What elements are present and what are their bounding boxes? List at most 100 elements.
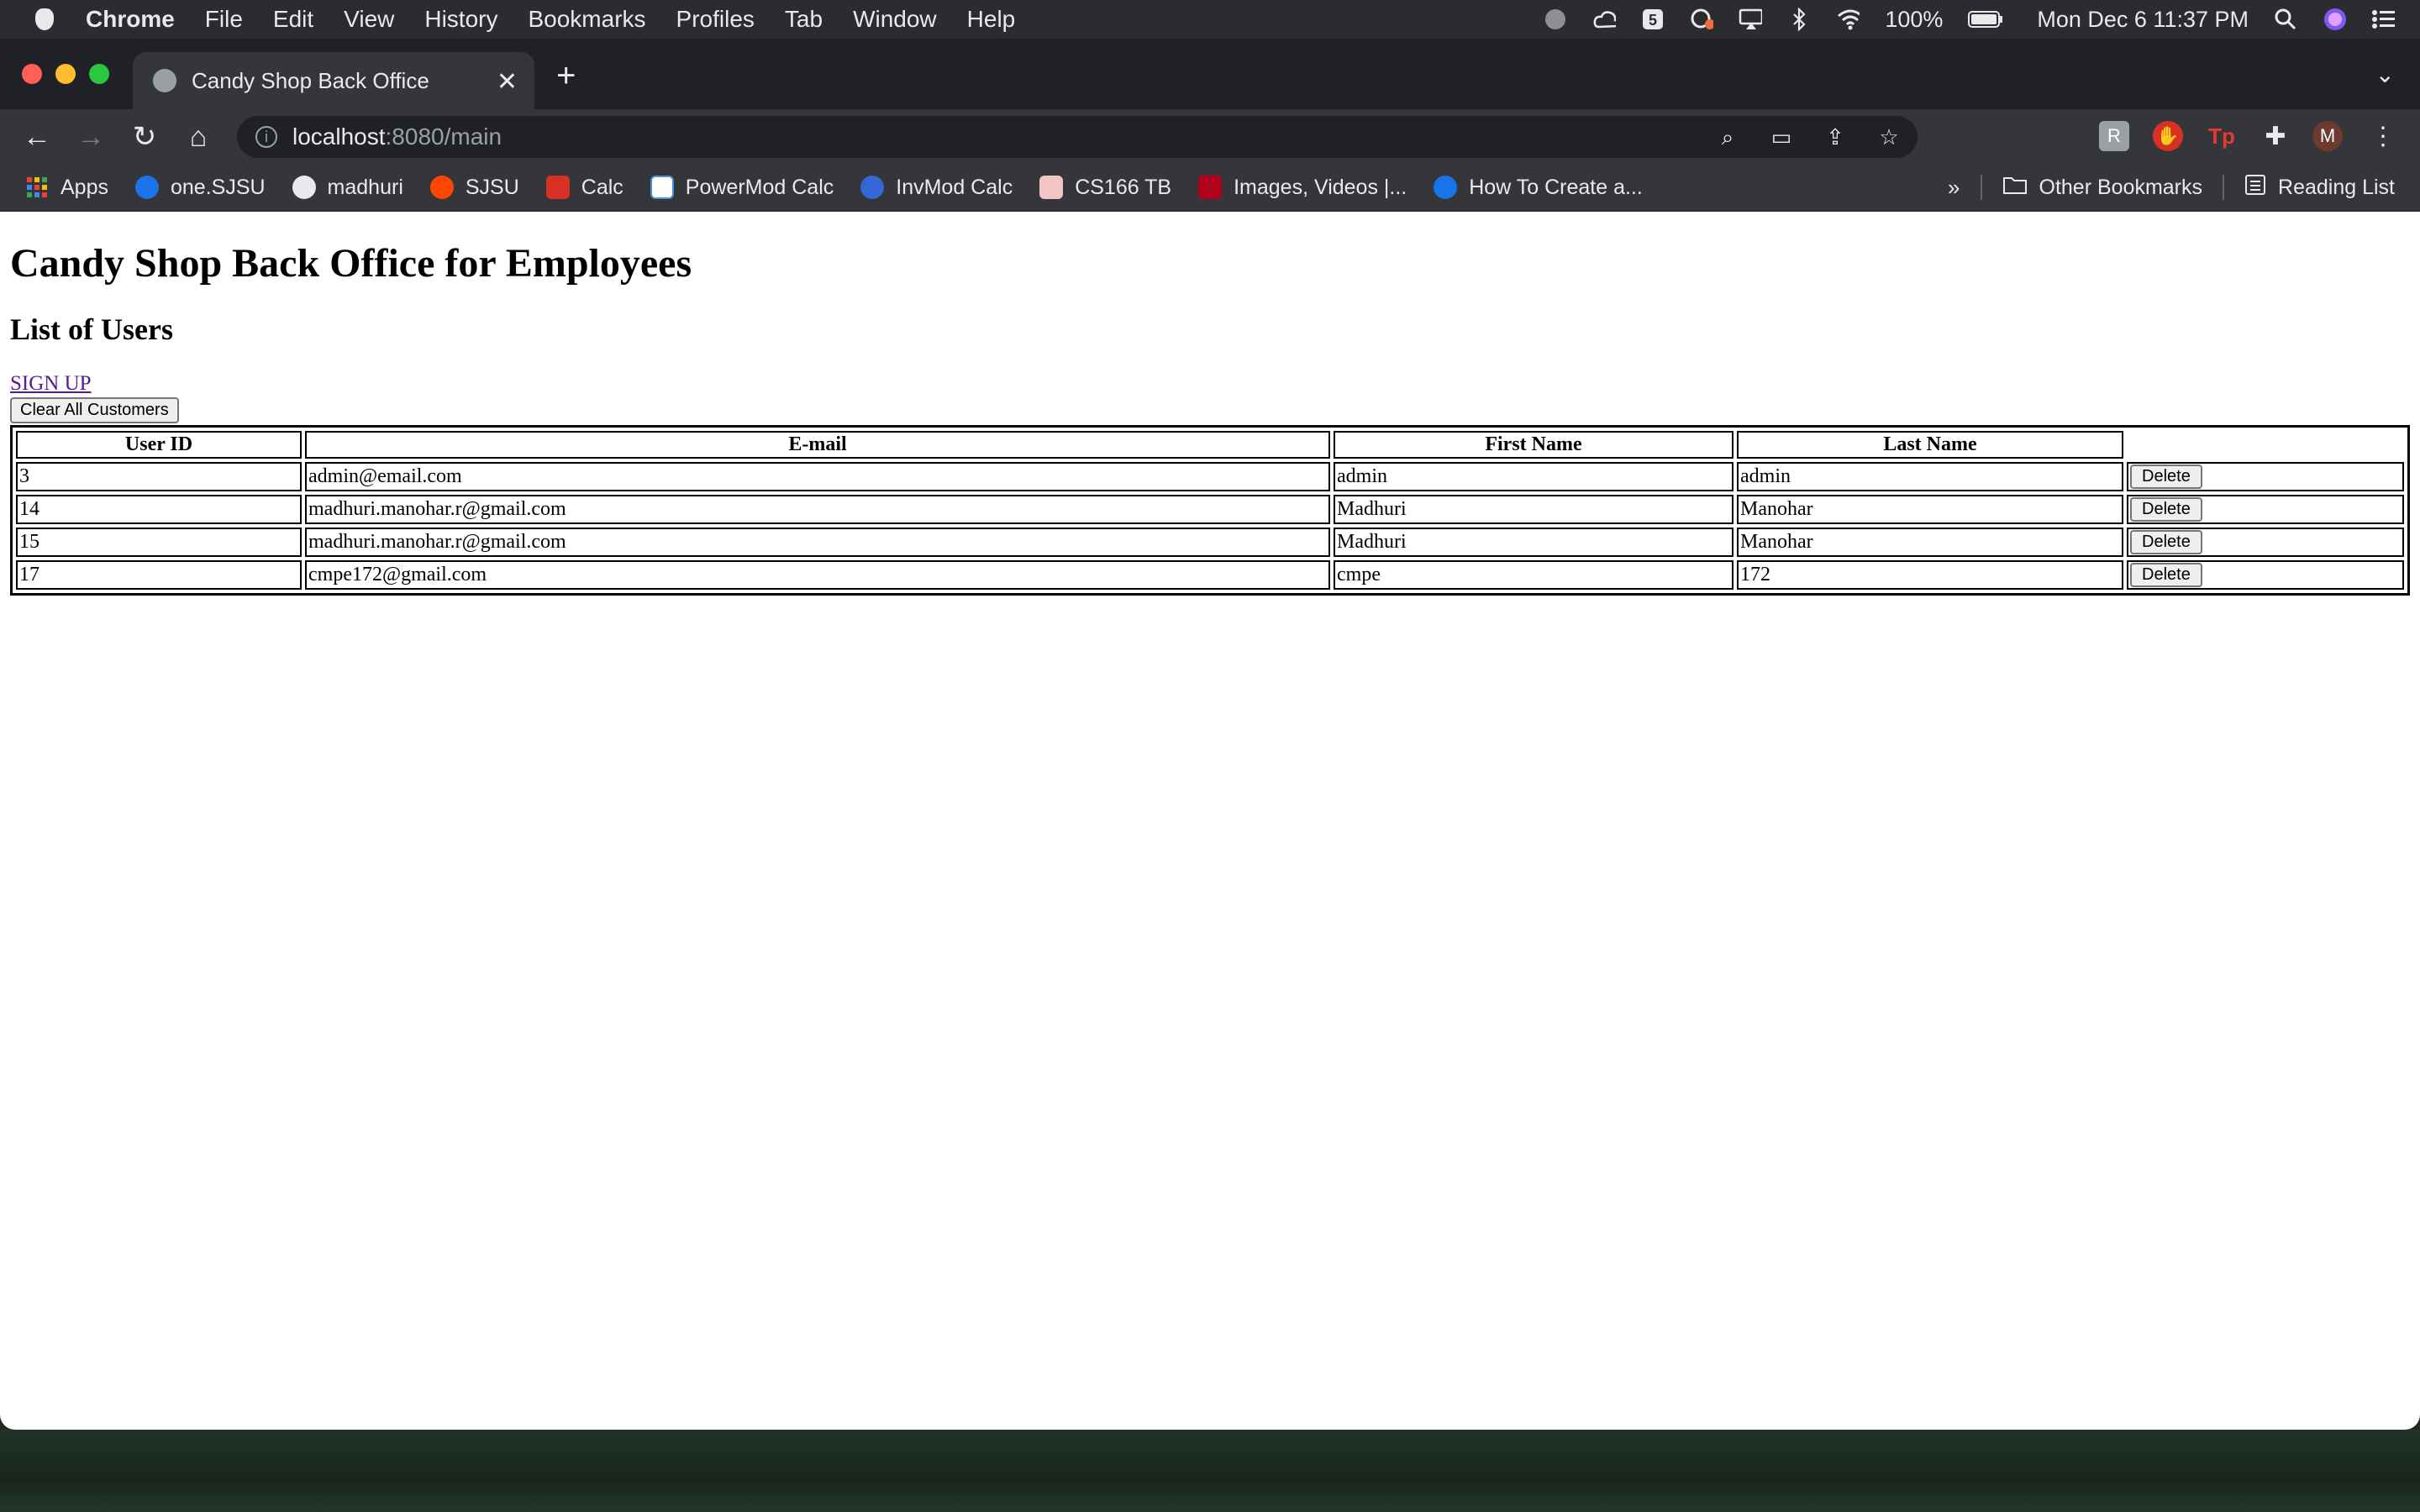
battery-icon[interactable]: [1968, 8, 2003, 30]
delete-button[interactable]: Delete: [2130, 497, 2202, 522]
reading-list-icon: [2244, 174, 2266, 202]
header-user-id: User ID: [16, 431, 302, 459]
page-subtitle: List of Users: [10, 312, 173, 346]
cell-last-name: Manohar: [1737, 528, 2123, 557]
folder-icon: [2002, 175, 2028, 201]
menu-edit[interactable]: Edit: [273, 6, 313, 33]
cell-last-name: 172: [1737, 560, 2123, 590]
bookmarks-divider: [1980, 175, 1982, 200]
bluetooth-icon[interactable]: [1787, 8, 1811, 31]
wifi-icon[interactable]: [1836, 8, 1860, 30]
share-icon[interactable]: ⇪: [1822, 124, 1849, 150]
extension-hand-icon[interactable]: ✋: [2153, 121, 2183, 151]
sjsu-logo-icon: [134, 176, 159, 199]
record-icon[interactable]: [1544, 8, 1567, 30]
bookmark-images-videos[interactable]: Images, Videos |...: [1198, 176, 1407, 200]
cloud-sync-icon[interactable]: [1592, 8, 1617, 30]
reload-icon[interactable]: ↻: [118, 120, 171, 154]
bookmark-sjsu-reddit[interactable]: SJSU: [429, 175, 519, 200]
cell-email: madhuri.manohar.r@gmail.com: [305, 495, 1330, 524]
apps-grid-icon: [25, 176, 49, 199]
tab-candy-shop[interactable]: Candy Shop Back Office ✕: [133, 52, 534, 109]
s-badge-icon[interactable]: 5: [1641, 8, 1665, 30]
bookmark-label: Apps: [60, 175, 108, 199]
creative-cloud-icon[interactable]: [1690, 8, 1714, 30]
battery-percent: 100%: [1885, 6, 1944, 32]
clear-all-customers-button[interactable]: Clear All Customers: [10, 397, 179, 423]
menu-window[interactable]: Window: [853, 6, 937, 33]
url-path: :8080/main: [385, 123, 502, 150]
apple-icon[interactable]: [35, 8, 54, 30]
home-icon[interactable]: ⌂: [171, 121, 225, 154]
airplay-icon[interactable]: [1739, 8, 1763, 30]
bookmark-calc[interactable]: Calc: [545, 176, 623, 200]
bookmark-invmod-calc[interactable]: InvMod Calc: [860, 176, 1013, 200]
menu-app-chrome[interactable]: Chrome: [86, 6, 175, 33]
bookmark-label: one.SJSU: [170, 175, 266, 199]
bookmark-cs166-tb[interactable]: CS166 TB: [1039, 176, 1171, 200]
bookmarks-bar: Apps one.SJSU madhuri SJSU Calc PowerMod…: [0, 165, 2420, 212]
site-info-icon[interactable]: i: [255, 126, 277, 148]
svg-text:5: 5: [1649, 12, 1657, 29]
cell-first-name: Madhuri: [1334, 528, 1733, 557]
bookmark-powermod-calc[interactable]: PowerMod Calc: [650, 176, 834, 200]
card-icon[interactable]: ▭: [1768, 124, 1795, 150]
back-arrow-icon[interactable]: ←: [10, 121, 64, 154]
header-email: E-mail: [305, 431, 1330, 459]
bookmark-how-to-create[interactable]: How To Create a...: [1434, 176, 1643, 200]
menu-tab[interactable]: Tab: [785, 6, 823, 33]
new-tab-plus-icon[interactable]: +: [556, 57, 576, 95]
other-bookmarks-folder[interactable]: Other Bookmarks: [2039, 176, 2203, 200]
bookmark-label: SJSU: [465, 175, 519, 199]
bookmark-madhuri[interactable]: madhuri: [292, 176, 403, 200]
menubar-clock[interactable]: Mon Dec 6 11:37 PM: [2037, 7, 2249, 33]
zoom-window-button[interactable]: [89, 64, 109, 84]
table-row: 14 madhuri.manohar.r@gmail.com Madhuri M…: [16, 495, 2404, 524]
table-row: 15 madhuri.manohar.r@gmail.com Madhuri M…: [16, 528, 2404, 557]
bookmark-apps[interactable]: Apps: [25, 176, 108, 200]
menu-bookmarks[interactable]: Bookmarks: [528, 6, 645, 33]
cell-first-name: cmpe: [1334, 560, 1733, 590]
extensions-puzzle-icon[interactable]: ✚: [2260, 121, 2291, 151]
minimize-window-button[interactable]: [55, 64, 76, 84]
spotlight-search-icon[interactable]: [2274, 8, 2297, 30]
desktop-wallpaper: [0, 1430, 2420, 1512]
more-bookmarks-chevron-icon[interactable]: »: [1948, 175, 1960, 201]
page-title: Candy Shop Back Office for Employees: [10, 241, 692, 286]
tab-search-chevron-icon[interactable]: ⌄: [2375, 60, 2395, 88]
symbolab-icon: [545, 176, 570, 199]
close-tab-icon[interactable]: ✕: [497, 67, 518, 97]
bookmark-star-icon[interactable]: ☆: [1876, 124, 1902, 150]
delete-button[interactable]: Delete: [2130, 465, 2202, 489]
signup-link[interactable]: SIGN UP: [10, 372, 92, 396]
address-bar[interactable]: i localhost :8080/main ⌕ ▭ ⇪ ☆: [237, 116, 1918, 158]
menu-history[interactable]: History: [424, 6, 497, 33]
invmod-icon: [860, 176, 885, 199]
cell-last-name: Manohar: [1737, 495, 2123, 524]
reddit-icon: [429, 176, 454, 199]
menu-view[interactable]: View: [344, 6, 394, 33]
control-center-icon[interactable]: [2371, 8, 2395, 30]
menu-help[interactable]: Help: [967, 6, 1016, 33]
bookmark-one-sjsu[interactable]: one.SJSU: [134, 175, 266, 200]
cell-user-id: 14: [16, 495, 302, 524]
profile-avatar[interactable]: M: [2312, 121, 2343, 151]
cell-actions: Delete: [2127, 560, 2404, 590]
delete-button[interactable]: Delete: [2130, 563, 2202, 587]
reading-list-button[interactable]: Reading List: [2278, 176, 2395, 200]
menu-file[interactable]: File: [205, 6, 243, 33]
close-window-button[interactable]: [22, 64, 42, 84]
table-row: 3 admin@email.com admin admin Delete: [16, 462, 2404, 491]
zoom-magnifier-icon[interactable]: ⌕: [1714, 124, 1741, 150]
digitalocean-icon: [1434, 176, 1458, 199]
delete-button[interactable]: Delete: [2130, 530, 2202, 554]
chrome-menu-icon[interactable]: ⋮: [2368, 121, 2398, 151]
bookmark-label: madhuri: [327, 175, 403, 199]
menu-profiles[interactable]: Profiles: [676, 6, 755, 33]
chrome-window: Candy Shop Back Office ✕ + ⌄ ← → ↻ ⌂ i l…: [0, 39, 2420, 1430]
cell-actions: Delete: [2127, 495, 2404, 524]
siri-icon[interactable]: [2323, 8, 2346, 30]
extension-tp-icon[interactable]: Tp: [2207, 121, 2237, 151]
forward-arrow-icon[interactable]: →: [64, 121, 118, 154]
extension-r-icon[interactable]: R: [2099, 121, 2129, 151]
